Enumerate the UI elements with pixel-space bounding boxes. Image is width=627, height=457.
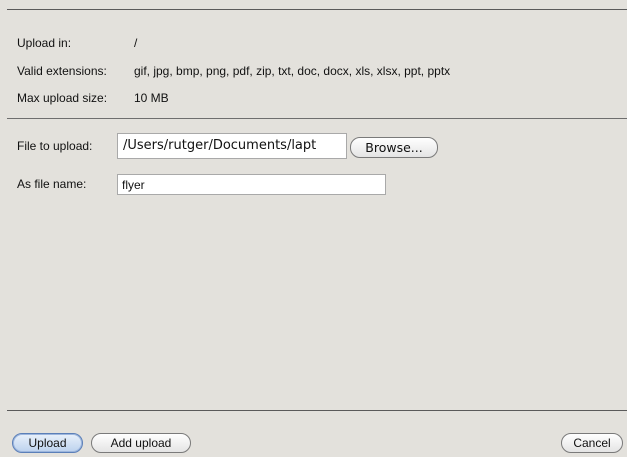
add-upload-button[interactable]: Add upload bbox=[91, 433, 191, 453]
valid-extensions-label: Valid extensions: bbox=[17, 64, 107, 78]
valid-extensions-value: gif, jpg, bmp, png, pdf, zip, txt, doc, … bbox=[134, 64, 451, 78]
footer-divider bbox=[7, 410, 627, 411]
max-upload-size-label: Max upload size: bbox=[17, 91, 108, 105]
upload-button[interactable]: Upload bbox=[12, 433, 83, 453]
cancel-button[interactable]: Cancel bbox=[561, 433, 623, 453]
section-divider bbox=[7, 118, 627, 119]
max-upload-size-value: 10 MB bbox=[134, 91, 169, 105]
file-name-input[interactable] bbox=[117, 174, 386, 195]
file-to-upload-label: File to upload: bbox=[17, 139, 93, 153]
file-path-field[interactable]: /Users/rutger/Documents/lapt bbox=[117, 133, 347, 159]
upload-in-label: Upload in: bbox=[17, 36, 72, 50]
top-divider bbox=[7, 9, 627, 10]
browse-button[interactable]: Browse... bbox=[350, 137, 438, 158]
upload-in-value: / bbox=[134, 36, 138, 50]
as-file-name-label: As file name: bbox=[17, 177, 87, 191]
upload-dialog: Upload in: / Valid extensions: gif, jpg,… bbox=[0, 0, 627, 457]
